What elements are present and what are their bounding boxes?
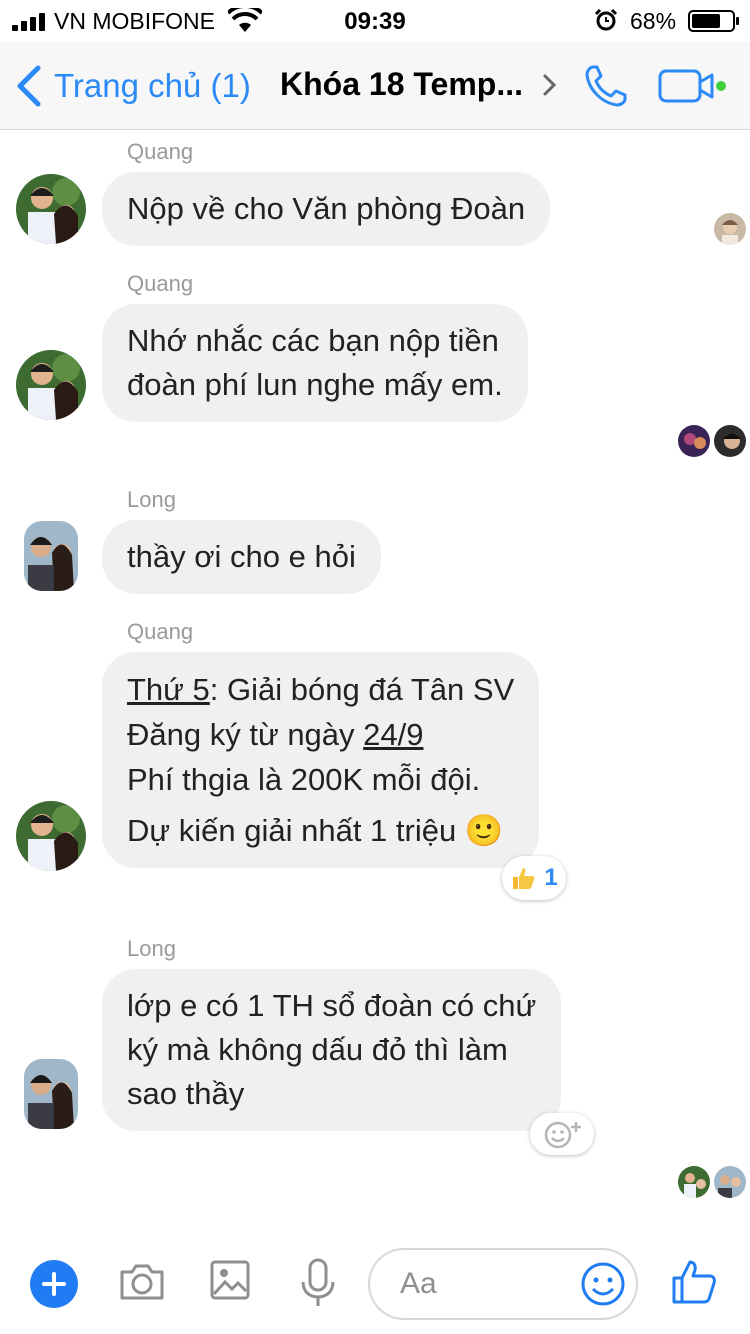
message-composer: [0, 1234, 750, 1334]
message-text: Dự kiến giải nhất 1 triệu 🙂: [127, 813, 504, 848]
message-bubble[interactable]: Thứ 5: Giải bóng đá Tân SV Đăng ký từ ng…: [102, 652, 540, 868]
sender-name: Quang: [127, 139, 194, 164]
conversation-header: Trang chủ (1) Khóa 18 Temp...: [0, 42, 750, 130]
sender-name: Long: [127, 936, 176, 961]
avatar-quang[interactable]: [16, 350, 86, 420]
message-text: sao thầy: [127, 1076, 245, 1111]
chevron-right-icon[interactable]: [541, 70, 559, 100]
message-text: Nộp về cho Văn phòng Đoàn: [127, 191, 526, 226]
message-bubble[interactable]: thầy ơi cho e hỏi: [102, 520, 381, 594]
sender-name: Quang: [127, 619, 194, 644]
message-text: ký mà không dấu đỏ thì làm: [127, 1032, 508, 1067]
message-bubble[interactable]: Nộp về cho Văn phòng Đoàn: [102, 172, 551, 246]
video-camera-icon[interactable]: [658, 67, 730, 107]
avatar-quang[interactable]: [16, 174, 86, 244]
message-bubble[interactable]: Nhớ nhắc các bạn nộp tiền đoàn phí lun n…: [102, 304, 528, 422]
back-label: Trang chủ (1): [54, 67, 251, 104]
add-reaction-smiley-icon: [544, 1121, 581, 1149]
back-chevron-icon: [17, 65, 41, 107]
battery-percentage: 68%: [630, 8, 677, 34]
read-receipt-avatar: [714, 213, 746, 245]
message-text: Phí thgia là 200K mỗi đội.: [127, 762, 481, 797]
read-receipt-avatar: [678, 425, 710, 457]
status-bar: VN MOBIFONE 09:39 68%: [0, 0, 750, 42]
microphone-icon[interactable]: [298, 1258, 338, 1308]
message-line: Đăng ký từ ngày 24/9: [127, 712, 514, 757]
message-text: đoàn phí lun nghe mấy em.: [127, 367, 503, 402]
message-text: thầy ơi cho e hỏi: [127, 539, 356, 574]
message-text: Nhớ nhắc các bạn nộp tiền: [127, 323, 499, 358]
add-reaction-button[interactable]: [530, 1113, 594, 1155]
read-receipt-avatar: [678, 1166, 710, 1198]
avatar-quang[interactable]: [16, 801, 86, 871]
phone-icon[interactable]: [582, 62, 630, 110]
alarm-clock-icon: [594, 8, 618, 31]
read-receipt-avatar: [714, 1166, 746, 1198]
thumbs-up-icon[interactable]: [670, 1258, 718, 1306]
thumbs-up-emoji-icon: [513, 868, 535, 889]
message-line: Thứ 5: Giải bóng đá Tân SV: [127, 667, 514, 712]
underlined-date-text[interactable]: 24/9: [363, 717, 423, 752]
sender-name: Quang: [127, 271, 194, 296]
reaction-count: 1: [544, 864, 558, 891]
message-text: : Giải bóng đá Tân SV: [209, 672, 515, 707]
avatar-long[interactable]: [24, 521, 78, 591]
back-button[interactable]: Trang chủ (1): [14, 64, 251, 108]
camera-icon[interactable]: [118, 1258, 166, 1306]
message-bubble[interactable]: lớp e có 1 TH sổ đoàn có chứ ký mà không…: [102, 969, 562, 1131]
underlined-date-text[interactable]: Thứ 5: [127, 672, 210, 707]
plus-icon[interactable]: [30, 1260, 78, 1308]
image-icon[interactable]: [210, 1258, 250, 1302]
smiley-icon[interactable]: [580, 1261, 626, 1307]
read-receipt-avatar: [714, 425, 746, 457]
message-text: Đăng ký từ ngày: [127, 717, 364, 752]
battery-icon: [688, 10, 739, 32]
reaction-badge[interactable]: 1: [502, 856, 566, 900]
sender-name: Long: [127, 487, 176, 512]
conversation-title[interactable]: Khóa 18 Temp...: [280, 66, 523, 103]
message-text: lớp e có 1 TH sổ đoàn có chứ: [127, 988, 537, 1023]
avatar-long[interactable]: [24, 1059, 78, 1129]
